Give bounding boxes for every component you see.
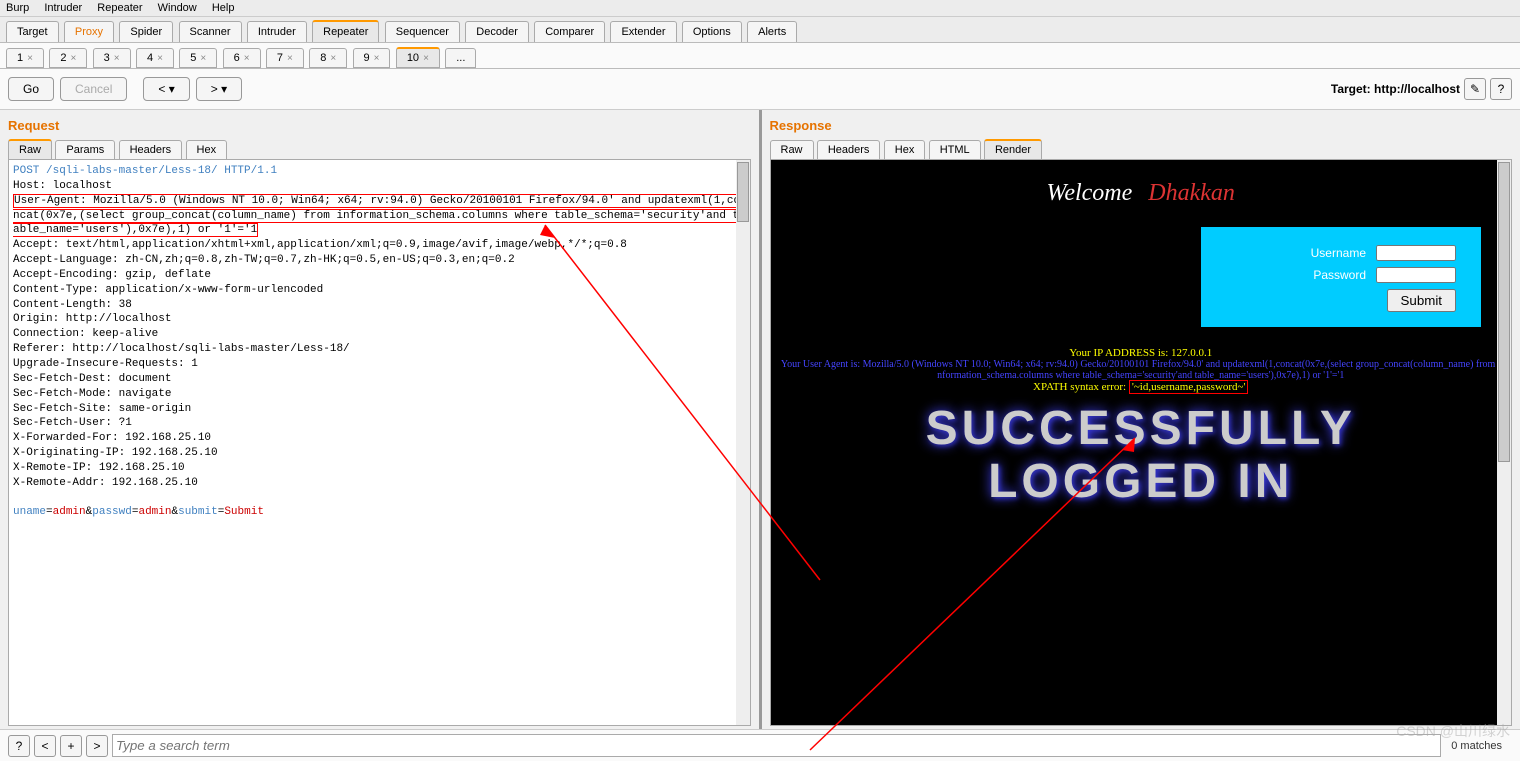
welcome-heading: Welcome Dhakkan [771,180,1512,207]
search-add-button[interactable]: + [60,735,82,757]
xpath-error-line: XPATH syntax error: '~id,username,passwo… [771,381,1512,393]
num-tab-5[interactable]: 5× [179,48,217,68]
prev-button[interactable]: < ▾ [143,77,189,101]
tab-sequencer[interactable]: Sequencer [385,21,460,42]
response-title: Response [770,114,1513,137]
tab-comparer[interactable]: Comparer [534,21,605,42]
menu-window[interactable]: Window [158,2,197,14]
password-field[interactable] [1376,267,1456,283]
request-scrollbar[interactable] [736,160,750,725]
login-form: Username Password [1201,227,1481,327]
menu-intruder[interactable]: Intruder [44,2,82,14]
request-tab-hex[interactable]: Hex [186,140,228,160]
request-sub-tabs: Raw Params Headers Hex [8,139,751,160]
dropdown-icon: ▾ [169,82,175,96]
num-tab-9[interactable]: 9× [353,48,391,68]
menu-help[interactable]: Help [212,2,235,14]
close-icon[interactable]: × [70,53,76,64]
watermark: CSDN @山川绿水 [1396,721,1510,741]
num-tab-4[interactable]: 4× [136,48,174,68]
password-label: Password [1313,268,1366,282]
num-tab-6[interactable]: 6× [223,48,261,68]
go-button[interactable]: Go [8,77,54,101]
tab-decoder[interactable]: Decoder [465,21,529,42]
xpath-error-highlight: '~id,username,password~' [1129,380,1249,394]
close-icon[interactable]: × [330,53,336,64]
num-tab-1[interactable]: 1× [6,48,44,68]
dropdown-icon: ▾ [221,82,227,96]
rendered-page: Welcome Dhakkan Username Password Your I… [771,160,1512,725]
tab-repeater[interactable]: Repeater [312,20,379,42]
close-icon[interactable]: × [27,53,33,64]
edit-target-button[interactable]: ✎ [1464,78,1486,100]
search-bar: ? < + > 0 matches [0,729,1520,761]
split-panels: Request Raw Params Headers Hex POST /sql… [0,110,1520,730]
request-tabs: 1× 2× 3× 4× 5× 6× 7× 8× 9× 10× ... [0,43,1520,69]
tab-proxy[interactable]: Proxy [64,21,114,42]
response-tab-render[interactable]: Render [984,139,1042,160]
tab-target[interactable]: Target [6,21,59,42]
search-prev-button[interactable]: < [34,735,56,757]
search-help-button[interactable]: ? [8,735,30,757]
num-tab-more[interactable]: ... [445,48,476,68]
tab-extender[interactable]: Extender [610,21,676,42]
num-tab-3[interactable]: 3× [93,48,131,68]
submit-button[interactable] [1387,289,1456,312]
close-icon[interactable]: × [244,53,250,64]
tab-alerts[interactable]: Alerts [747,21,797,42]
search-input[interactable] [112,734,1441,757]
request-tab-raw[interactable]: Raw [8,139,52,160]
num-tab-7[interactable]: 7× [266,48,304,68]
request-raw-editor[interactable]: POST /sqli-labs-master/Less-18/ HTTP/1.1… [8,159,751,726]
action-row: Go Cancel < ▾ > ▾ Target: http://localho… [0,69,1520,110]
next-button[interactable]: > ▾ [196,77,242,101]
response-tab-raw[interactable]: Raw [770,140,814,160]
user-agent-line: Your User Agent is: Mozilla/5.0 (Windows… [771,359,1512,381]
response-scrollbar[interactable] [1497,160,1511,725]
target-label: Target: http://localhost [1331,82,1460,96]
cancel-button[interactable]: Cancel [60,77,127,101]
response-tab-hex[interactable]: Hex [884,140,926,160]
close-icon[interactable]: × [114,53,120,64]
num-tab-2[interactable]: 2× [49,48,87,68]
menu-bar: Burp Intruder Repeater Window Help [0,0,1520,17]
tab-options[interactable]: Options [682,21,742,42]
main-tabs: Target Proxy Spider Scanner Intruder Rep… [0,17,1520,43]
close-icon[interactable]: × [200,53,206,64]
menu-repeater[interactable]: Repeater [97,2,142,14]
close-icon[interactable]: × [374,53,380,64]
search-matches: 0 matches [1451,740,1502,752]
ip-address-line: Your IP ADDRESS is: 127.0.0.1 [771,347,1512,359]
response-tab-headers[interactable]: Headers [817,140,881,160]
search-next-button[interactable]: > [86,735,108,757]
response-tab-html[interactable]: HTML [929,140,981,160]
user-agent-highlight: User-Agent: Mozilla/5.0 (Windows NT 10.0… [13,194,740,238]
success-heading: SUCCESSFULLY LOGGED IN [771,403,1512,509]
tab-spider[interactable]: Spider [119,21,173,42]
response-panel: Response Raw Headers Hex HTML Render Wel… [762,110,1520,730]
request-title: Request [8,114,751,137]
close-icon[interactable]: × [423,53,429,64]
request-tab-params[interactable]: Params [55,140,115,160]
num-tab-8[interactable]: 8× [309,48,347,68]
help-button[interactable]: ? [1490,78,1512,100]
username-label: Username [1311,246,1366,260]
num-tab-10[interactable]: 10× [396,47,440,68]
tab-scanner[interactable]: Scanner [179,21,242,42]
close-icon[interactable]: × [287,53,293,64]
menu-burp[interactable]: Burp [6,2,29,14]
tab-intruder[interactable]: Intruder [247,21,307,42]
response-sub-tabs: Raw Headers Hex HTML Render [770,139,1513,160]
request-raw-text[interactable]: POST /sqli-labs-master/Less-18/ HTTP/1.1… [9,160,750,524]
request-panel: Request Raw Params Headers Hex POST /sql… [0,110,762,730]
username-field[interactable] [1376,245,1456,261]
request-tab-headers[interactable]: Headers [119,140,183,160]
close-icon[interactable]: × [157,53,163,64]
response-render-view: Welcome Dhakkan Username Password Your I… [770,159,1513,726]
